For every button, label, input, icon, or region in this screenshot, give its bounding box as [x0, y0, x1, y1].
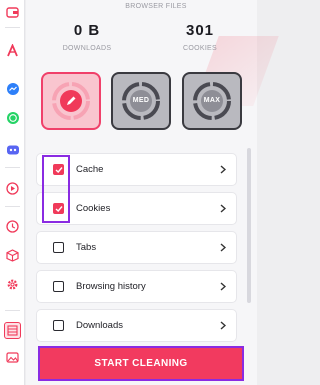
list-scrollbar[interactable]: [247, 148, 251, 303]
messenger-icon[interactable]: [4, 80, 21, 97]
option-browsing-history[interactable]: Browsing history: [36, 270, 237, 303]
option-label: Browsing history: [76, 281, 146, 292]
option-label: Cookies: [76, 203, 111, 214]
mode-label: MAX: [203, 97, 221, 104]
history-icon[interactable]: [4, 218, 21, 235]
pencil-icon: [64, 94, 78, 108]
cube-icon[interactable]: [4, 247, 21, 264]
mode-dial: MED: [120, 80, 162, 122]
option-tabs[interactable]: Tabs: [36, 231, 237, 264]
chevron-right-icon[interactable]: [218, 204, 228, 214]
mode-dial: [50, 80, 92, 122]
option-label: Downloads: [76, 320, 123, 331]
chevron-right-icon[interactable]: [218, 321, 228, 331]
wallet-icon[interactable]: [4, 4, 21, 21]
option-cache[interactable]: Cache: [36, 153, 237, 186]
downloads-label: DOWNLOADS: [62, 45, 112, 52]
sidebar-rail: [0, 0, 25, 385]
discord-icon[interactable]: [4, 141, 21, 158]
cookies-label: COOKIES: [183, 45, 217, 52]
option-label: Tabs: [76, 242, 97, 253]
mode-tile-med[interactable]: MED: [111, 72, 171, 130]
clean-options-list: Cache Cookies Tabs Browsing history Down…: [36, 152, 237, 342]
browser-files-icon[interactable]: [4, 322, 21, 339]
cookies-checkbox[interactable]: [53, 203, 64, 214]
option-downloads[interactable]: Downloads: [36, 309, 237, 342]
option-label: Cache: [76, 164, 104, 175]
cache-checkbox[interactable]: [53, 164, 64, 175]
settings-icon[interactable]: [4, 276, 21, 293]
chevron-right-icon[interactable]: [218, 243, 228, 253]
whatsapp-icon[interactable]: [4, 109, 21, 126]
chevron-right-icon[interactable]: [218, 282, 228, 292]
mode-tile-max[interactable]: MAX: [182, 72, 242, 130]
downloads-checkbox[interactable]: [53, 320, 64, 331]
gallery-icon[interactable]: [4, 349, 21, 366]
downloads-value: 0 B: [73, 22, 101, 39]
cookies-value: 301: [185, 22, 215, 39]
browsing-history-checkbox[interactable]: [53, 281, 64, 292]
mode-tile-default[interactable]: [41, 72, 101, 130]
start-cleaning-button[interactable]: START CLEANING: [38, 346, 244, 381]
player-icon[interactable]: [4, 180, 21, 197]
option-cookies[interactable]: Cookies: [36, 192, 237, 225]
chevron-right-icon[interactable]: [218, 165, 228, 175]
browser-files-panel: BROWSER FILES 0 B DOWNLOADS 301 COOKIES …: [26, 0, 279, 385]
aria-icon[interactable]: [4, 42, 21, 59]
tabs-checkbox[interactable]: [53, 242, 64, 253]
section-caption: BROWSER FILES: [125, 3, 187, 10]
mode-label: MED: [132, 97, 150, 104]
mode-dial: MAX: [191, 80, 233, 122]
